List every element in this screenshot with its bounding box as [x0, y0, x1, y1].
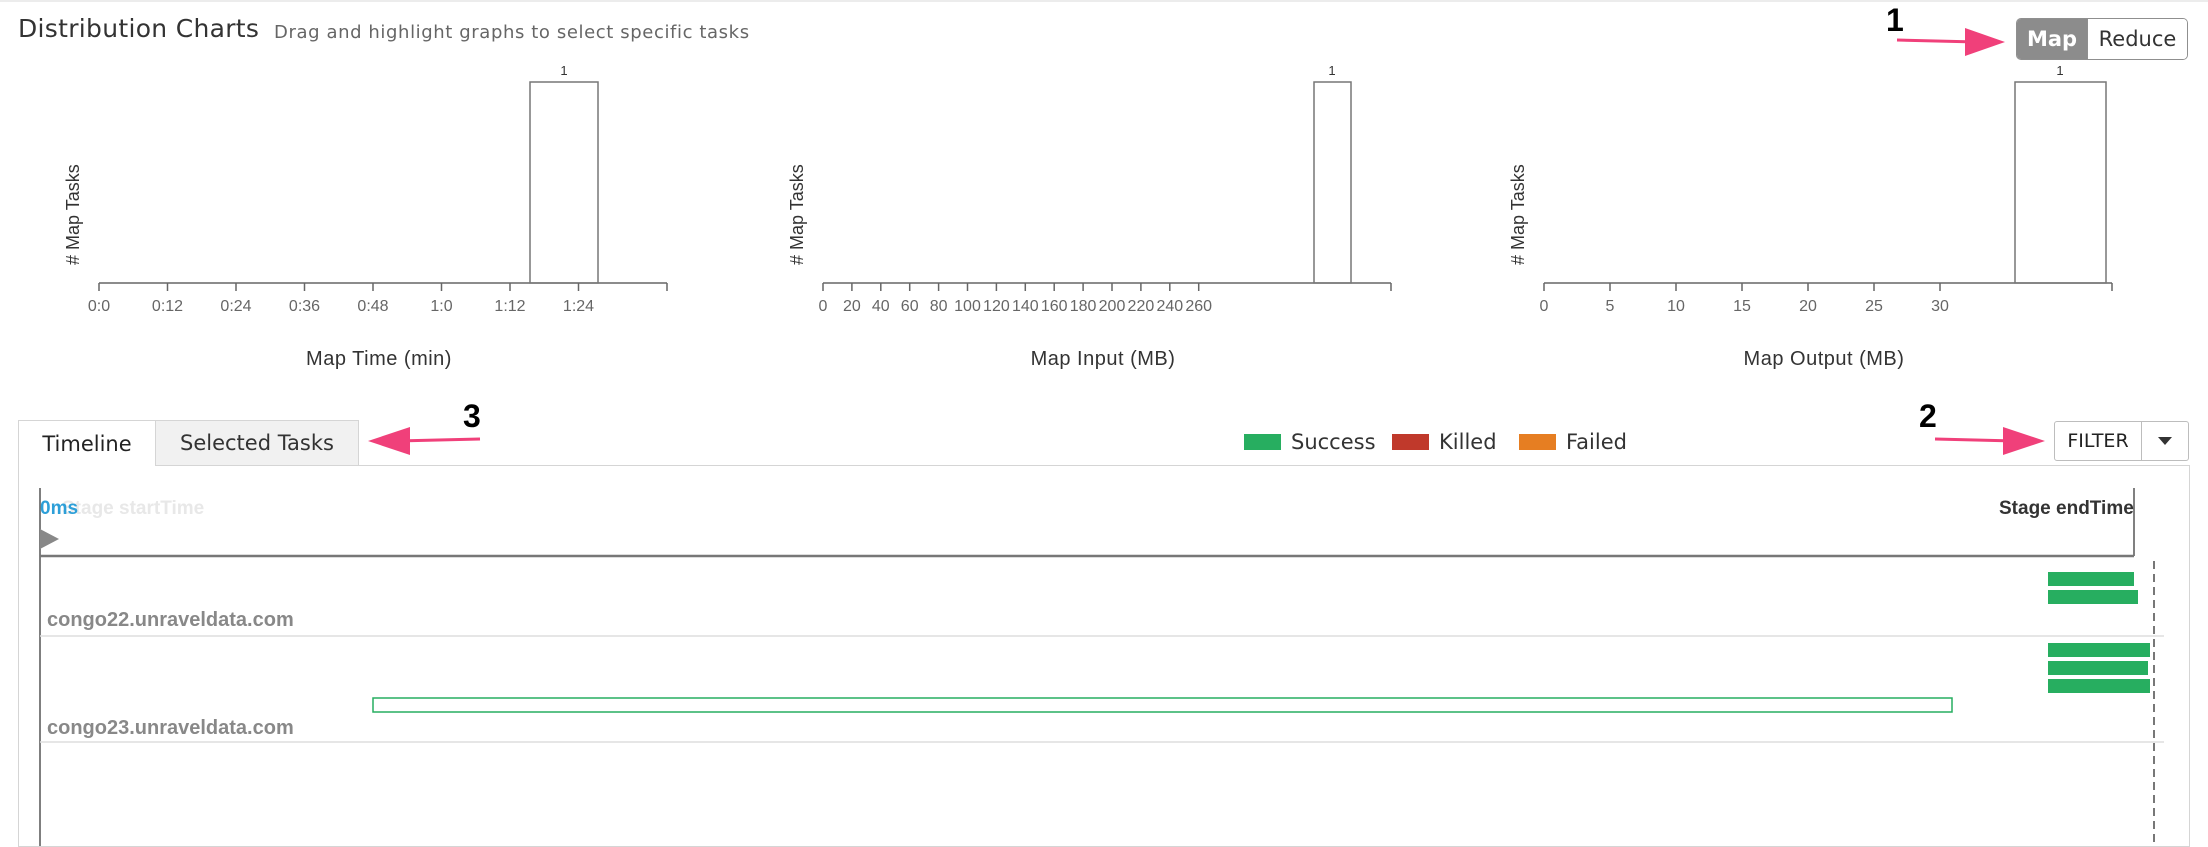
chart-xlabel: Map Output (MB) [1744, 348, 1905, 370]
legend-label-killed: Killed [1439, 430, 1497, 454]
annotation-arrow-3 [368, 427, 481, 455]
timeline-canvas[interactable]: Stage startTime 0ms Stage endTime congo2… [19, 466, 2189, 846]
legend-swatch-failed [1519, 434, 1556, 450]
filter-dropdown: FILTER [2054, 421, 2189, 461]
task-bar-success[interactable] [2048, 679, 2150, 693]
x-tick-label: 80 [930, 298, 948, 315]
map-input-chart[interactable]: # Map Tasks 1 0 20 40 60 80 100 120 140 160 180 20… [779, 55, 1409, 375]
host-label: congo22.unraveldata.com [47, 609, 294, 631]
chart-ylabel: # Map Tasks [1508, 164, 1528, 265]
x-tick-label: 25 [1865, 298, 1883, 315]
x-axis-ticks: 0 20 40 60 80 100 120 140 160 180 200 220 240 260 [819, 283, 1392, 315]
x-tick-label: 0:48 [357, 298, 388, 315]
x-tick-label: 0:24 [220, 298, 251, 315]
histogram-bar[interactable] [1313, 81, 1352, 284]
x-tick-label: 1:24 [563, 298, 594, 315]
chart-xlabel: Map Input (MB) [1031, 348, 1176, 370]
x-tick-label: 240 [1156, 298, 1183, 315]
x-tick-label: 0:36 [289, 298, 320, 315]
task-bar-success[interactable] [2048, 572, 2134, 586]
x-tick-label: 1:12 [494, 298, 525, 315]
filter-button[interactable]: FILTER [2055, 422, 2142, 460]
host-label: congo23.unraveldata.com [47, 717, 294, 739]
x-tick-label: 0:12 [152, 298, 183, 315]
x-tick-label: 140 [1012, 298, 1039, 315]
histogram-bar[interactable] [2014, 81, 2107, 284]
legend-killed: Killed [1392, 430, 1497, 454]
x-tick-label: 0:0 [88, 298, 110, 315]
tab-timeline[interactable]: Timeline [18, 420, 156, 466]
end-label-clip [2135, 491, 2189, 521]
x-tick-label: 160 [1041, 298, 1068, 315]
x-tick-label: 1:0 [430, 298, 452, 315]
x-axis-ticks: 0:0 0:12 0:24 0:36 0:48 1:0 1:12 1:24 [88, 283, 668, 315]
x-tick-label: 20 [1799, 298, 1817, 315]
task-bar-success[interactable] [2048, 661, 2148, 675]
chart-ylabel: # Map Tasks [787, 164, 807, 265]
x-tick-label: 220 [1128, 298, 1155, 315]
legend-swatch-killed [1392, 434, 1429, 450]
chart-xlabel: Map Time (min) [306, 348, 452, 370]
x-tick-label: 0 [819, 298, 828, 315]
x-tick-label: 0 [1540, 298, 1549, 315]
x-tick-label: 200 [1099, 298, 1126, 315]
top-border [0, 0, 2208, 2]
stage-start-label: Stage startTime [62, 498, 204, 519]
x-axis-ticks: 0 5 10 15 20 25 30 [1540, 283, 2113, 315]
histogram-bar[interactable] [529, 81, 599, 284]
x-tick-label: 30 [1931, 298, 1949, 315]
play-icon[interactable] [40, 529, 59, 549]
legend-swatch-success [1244, 434, 1281, 450]
x-tick-label: 120 [983, 298, 1010, 315]
x-tick-label: 15 [1733, 298, 1751, 315]
bar-count-label: 1 [2056, 63, 2063, 78]
x-tick-label: 60 [901, 298, 919, 315]
legend-failed: Failed [1519, 430, 1627, 454]
annotation-arrow-2 [1934, 427, 2045, 455]
task-bar-success[interactable] [2048, 643, 2150, 657]
stage-end-label: Stage endTime [1999, 498, 2134, 519]
task-bar-selected-outline[interactable] [372, 697, 1953, 713]
task-bar-success[interactable] [2048, 590, 2138, 604]
page-title: Distribution Charts [18, 14, 260, 43]
x-tick-label: 20 [843, 298, 861, 315]
bar-count-label: 1 [1328, 63, 1335, 78]
timeline-panel: Stage startTime 0ms Stage endTime congo2… [18, 465, 2190, 847]
x-tick-label: 260 [1185, 298, 1212, 315]
x-tick-label: 180 [1070, 298, 1097, 315]
x-tick-label: 5 [1606, 298, 1615, 315]
bar-count-label: 1 [560, 63, 567, 78]
time-cursor-label: 0ms [40, 498, 78, 519]
tab-selected-tasks[interactable]: Selected Tasks [155, 420, 359, 466]
x-tick-label: 40 [872, 298, 890, 315]
map-toggle-button[interactable]: Map [2017, 19, 2087, 59]
page-subtitle: Drag and highlight graphs to select spec… [274, 22, 750, 43]
legend-label-success: Success [1291, 430, 1376, 454]
legend-success: Success [1244, 430, 1376, 454]
x-tick-label: 100 [954, 298, 981, 315]
map-output-chart[interactable]: # Map Tasks 1 0 5 10 15 20 25 30 Map Output (M… [1500, 55, 2130, 375]
x-tick-label: 10 [1667, 298, 1685, 315]
chevron-down-icon[interactable] [2142, 422, 2188, 460]
chart-ylabel: # Map Tasks [63, 164, 83, 265]
reduce-toggle-button[interactable]: Reduce [2087, 19, 2187, 59]
legend-label-failed: Failed [1566, 430, 1627, 454]
map-time-chart[interactable]: # Map Tasks 1 0:0 0:12 0:24 0:36 0:48 1:0 1:12… [55, 55, 685, 375]
map-reduce-toggle: Map Reduce [2016, 18, 2188, 60]
